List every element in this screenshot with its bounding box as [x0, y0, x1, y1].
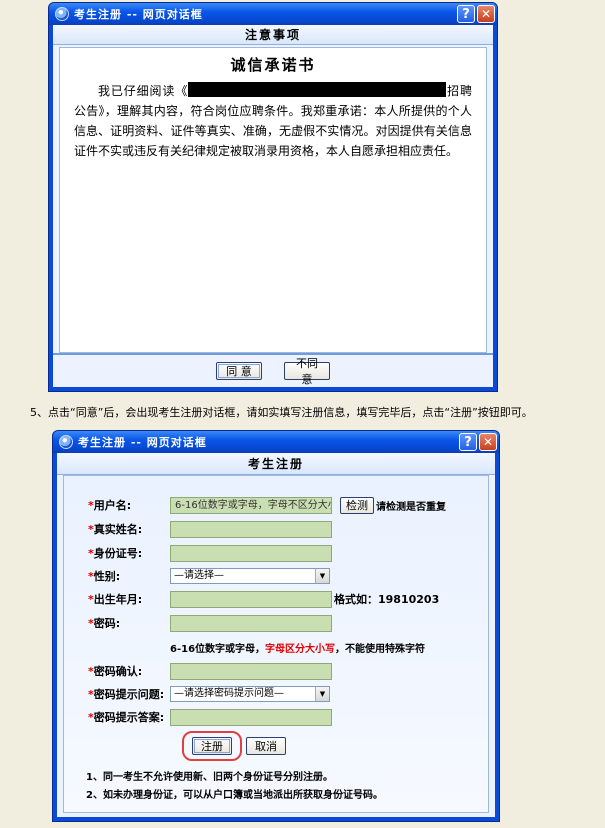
register-header: 考生注册 [57, 453, 495, 475]
dropdown-arrow-icon[interactable]: ▼ [315, 569, 329, 583]
ie-window-icon [55, 7, 69, 21]
row-answer: *密码提示答案: [64, 708, 488, 726]
username-input[interactable]: 6-16位数字或字母，字母不区分大小写 [170, 496, 332, 514]
redacted-block [188, 82, 447, 97]
help-button[interactable]: ? [457, 5, 475, 23]
check-button[interactable]: 检测 [340, 496, 374, 514]
note-2: 2、如未办理身份证，可以从户口簿或当地派出所获取身份证号码。 [86, 790, 383, 801]
row-username: *用户名: 6-16位数字或字母，字母不区分大小写 检测 请检测是否重复 [64, 496, 488, 514]
question-select[interactable]: —请选择密码提示问题— ▼ [170, 686, 330, 702]
pledge-content: 诚信承诺书 我已仔细阅读《 招聘公告》，理解其内容，符合岗位应聘条件。我郑重承诺：… [59, 47, 487, 353]
password-label: *密码: [88, 617, 121, 630]
realname-input[interactable] [170, 520, 332, 538]
register-dialog-client: 考生注册 *用户名: 6-16位数字或字母，字母不区分大小写 检测 请检测是否重… [57, 453, 495, 817]
check-hint: 请检测是否重复 [376, 501, 446, 513]
help-button[interactable]: ? [459, 433, 477, 451]
password-confirm-label: *密码确认: [88, 665, 143, 678]
password-confirm-input[interactable] [170, 662, 332, 680]
register-button[interactable]: 注册 [192, 737, 232, 755]
ie-window-icon [59, 435, 73, 449]
row-gender: *性别: —请选择— ▼ [64, 567, 488, 585]
answer-label: *密码提示答案: [88, 711, 165, 724]
register-form: *用户名: 6-16位数字或字母，字母不区分大小写 检测 请检测是否重复 *真实… [63, 475, 489, 813]
register-dialog: 考生注册 -- 网页对话框 ? ✕ 考生注册 *用户名: 6-16位数字或字母，… [52, 430, 500, 822]
dialog-title: 考生注册 -- 网页对话框 [78, 436, 207, 449]
gender-label: *性别: [88, 570, 121, 583]
pledge-dialog: 考生注册 -- 网页对话框 ? ✕ 注意事项 诚信承诺书 我已仔细阅读《 招聘公告… [48, 2, 498, 392]
pledge-dialog-client: 注意事项 诚信承诺书 我已仔细阅读《 招聘公告》，理解其内容，符合岗位应聘条件。我… [53, 25, 493, 387]
dialog-title: 考生注册 -- 网页对话框 [74, 8, 203, 21]
notice-header: 注意事项 [53, 25, 493, 45]
row-realname: *真实姓名: [64, 520, 488, 538]
answer-input[interactable] [170, 708, 332, 726]
row-birth: *出生年月: 格式如：19810203 [64, 590, 488, 608]
close-button[interactable]: ✕ [477, 5, 495, 23]
note-1: 1、同一考生不允许使用新、旧两个身份证号分别注册。 [86, 772, 333, 783]
idnumber-label: *身份证号: [88, 547, 143, 560]
gender-selected: —请选择— [174, 570, 224, 581]
cancel-button[interactable]: 取消 [246, 737, 286, 755]
pledge-dialog-titlebar[interactable]: 考生注册 -- 网页对话框 ? ✕ [49, 3, 497, 25]
pledge-text-start: 我已仔细阅读《 [98, 84, 189, 98]
close-button[interactable]: ✕ [479, 433, 497, 451]
row-question: *密码提示问题: —请选择密码提示问题— ▼ [64, 685, 488, 703]
register-dialog-titlebar[interactable]: 考生注册 -- 网页对话框 ? ✕ [53, 431, 499, 453]
row-idnumber: *身份证号: [64, 544, 488, 562]
dropdown-arrow-icon[interactable]: ▼ [315, 687, 329, 701]
birth-format-hint: 格式如：19810203 [334, 593, 440, 606]
idnumber-input[interactable] [170, 544, 332, 562]
agree-button[interactable]: 同 意 [216, 362, 262, 380]
row-password: *密码: [64, 614, 488, 632]
birth-input[interactable] [170, 590, 332, 608]
gender-select[interactable]: —请选择— ▼ [170, 568, 330, 584]
password-input[interactable] [170, 614, 332, 632]
birth-label: *出生年月: [88, 593, 143, 606]
pledge-button-row: 同 意 不同意 [53, 353, 493, 387]
password-rule-note: 6-16位数字或字母，字母区分大小写，不能使用特殊字符 [170, 643, 426, 655]
pledge-text: 我已仔细阅读《 招聘公告》，理解其内容，符合岗位应聘条件。我郑重承诺：本人所提供的… [60, 75, 486, 161]
username-label: *用户名: [88, 499, 132, 512]
pledge-title: 诚信承诺书 [230, 56, 316, 74]
row-password-note: 6-16位数字或字母，字母区分大小写，不能使用特殊字符 [64, 638, 488, 656]
row-password-confirm: *密码确认: [64, 662, 488, 680]
instruction-text: 5、点击“同意”后，会出现考生注册对话框，请如实填写注册信息，填写完毕后，点击“… [30, 406, 533, 419]
realname-label: *真实姓名: [88, 523, 143, 536]
question-label: *密码提示问题: [88, 688, 165, 701]
question-selected: —请选择密码提示问题— [174, 688, 284, 699]
disagree-button[interactable]: 不同意 [284, 357, 330, 386]
